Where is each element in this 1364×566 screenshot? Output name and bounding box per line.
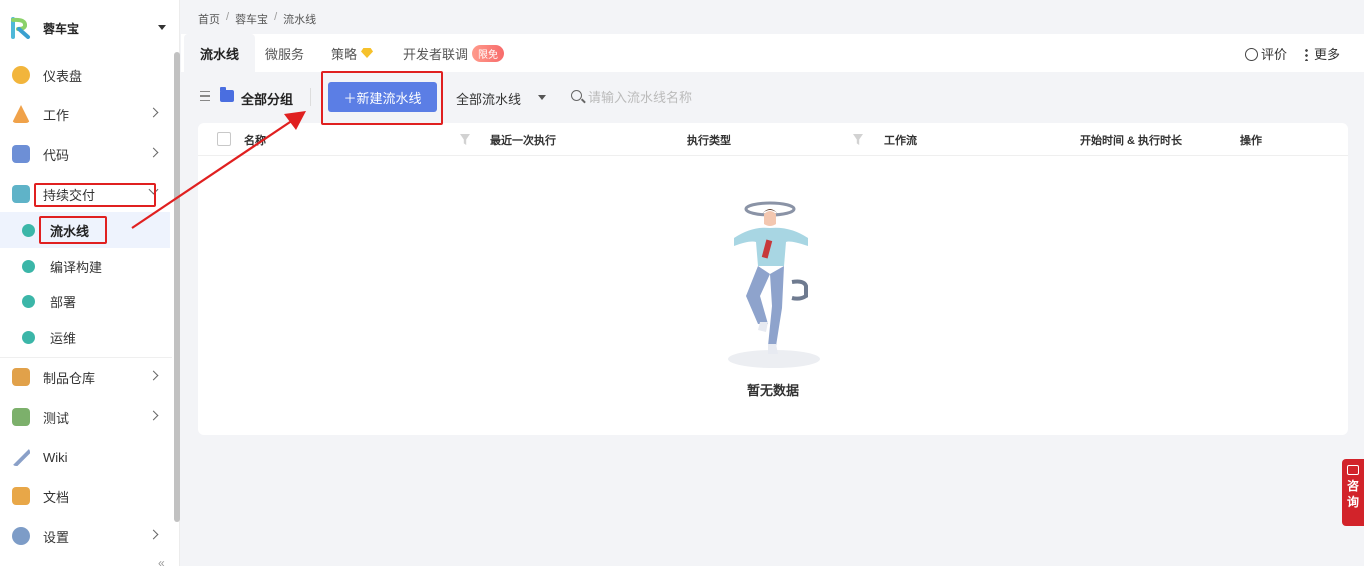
sidebar-item-label: 流水线	[50, 223, 90, 239]
filter-icon[interactable]	[460, 134, 470, 145]
sidebar-subitem-ops[interactable]: 运维	[0, 319, 170, 355]
free-badge: 限免	[472, 44, 505, 62]
pipeline-icon	[22, 223, 35, 237]
consult-button[interactable]: 咨询	[1342, 459, 1364, 526]
project-name: 蓉车宝	[43, 21, 80, 36]
code-icon	[12, 145, 30, 163]
dashboard-icon	[12, 66, 30, 84]
work-icon	[12, 105, 30, 123]
deploy-icon	[22, 294, 35, 308]
more-vertical-icon	[1304, 47, 1308, 61]
sidebar-subitem-deploy[interactable]: 部署	[0, 283, 170, 319]
empty-state-text: 暂无数据	[746, 383, 799, 398]
pipeline-filter-select[interactable]: 全部流水线	[456, 89, 521, 108]
collapse-sidebar-icon[interactable]: «	[158, 556, 165, 566]
smile-icon	[1244, 47, 1258, 61]
docs-icon	[12, 487, 30, 505]
tab-microservice[interactable]: 微服务	[265, 34, 304, 72]
diamond-icon	[361, 48, 374, 58]
tab-pipeline[interactable]: 流水线	[184, 34, 256, 72]
rate-button[interactable]: 评价	[1244, 44, 1287, 63]
column-run-type: 执行类型	[687, 135, 731, 147]
tab-label: 微服务	[265, 46, 305, 62]
test-icon	[12, 408, 30, 426]
sidebar: 蓉车宝 仪表盘 工作 代码 持续交付 流水线 编译构建 部署 运维 制品仓库 测…	[0, 0, 180, 566]
new-pipeline-button[interactable]: ＋新建流水线	[328, 82, 437, 112]
group-menu-icon[interactable]	[200, 91, 210, 101]
sidebar-subitem-build[interactable]: 编译构建	[0, 248, 170, 284]
settings-icon	[12, 527, 30, 545]
pipeline-table: 名称 最近一次执行 执行类型 工作流 开始时间 & 执行时长 操作 暂无数据	[198, 123, 1348, 435]
annotation-arrow	[131, 111, 306, 229]
sidebar-item-label: 工作	[43, 107, 70, 123]
tab-label: 策略	[331, 46, 358, 62]
header-tools: 评价 更多	[1244, 34, 1340, 72]
breadcrumb-separator: /	[274, 11, 278, 23]
folder-icon	[220, 87, 234, 102]
consult-label: 咨询	[1346, 479, 1359, 509]
sidebar-item-label: 持续交付	[43, 187, 96, 203]
column-actions: 操作	[1240, 135, 1262, 147]
sidebar-item-label: 代码	[43, 147, 70, 163]
tab-strategy[interactable]: 策略	[331, 34, 374, 72]
chevron-right-icon	[148, 410, 159, 421]
chat-icon	[1347, 465, 1359, 475]
tab-dev-debug[interactable]: 开发者联调 限免	[403, 34, 505, 72]
chevron-right-icon	[148, 370, 159, 381]
wiki-icon	[12, 448, 30, 466]
sidebar-item-label: 测试	[43, 410, 70, 426]
search-input[interactable]	[588, 86, 768, 108]
sidebar-item-label: 文档	[43, 489, 70, 505]
artifact-icon	[12, 368, 30, 386]
chevron-down-icon[interactable]	[538, 95, 546, 100]
breadcrumb-home[interactable]: 首页	[198, 11, 220, 27]
breadcrumb: 首页 / 蓉车宝 / 流水线	[198, 11, 316, 27]
column-start-time-duration: 开始时间 & 执行时长	[1080, 135, 1183, 147]
chevron-down-icon[interactable]	[158, 25, 166, 30]
more-button[interactable]: 更多	[1304, 44, 1340, 63]
sidebar-item-dashboard[interactable]: 仪表盘	[0, 56, 172, 94]
breadcrumb-project[interactable]: 蓉车宝	[235, 11, 268, 27]
table-header: 名称 最近一次执行 执行类型 工作流 开始时间 & 执行时长 操作	[198, 123, 1348, 156]
build-icon	[22, 259, 35, 273]
sidebar-item-label: 运维	[50, 330, 77, 346]
rate-label: 评价	[1260, 46, 1287, 62]
sidebar-item-label: 仪表盘	[43, 68, 83, 84]
column-last-run: 最近一次执行	[490, 135, 556, 147]
delivery-icon	[12, 185, 30, 203]
sidebar-item-label: 部署	[50, 294, 77, 310]
project-switcher[interactable]: 蓉车宝	[0, 0, 180, 56]
search-icon	[571, 90, 582, 101]
tab-label: 开发者联调	[403, 46, 469, 62]
ops-icon	[22, 330, 35, 344]
sidebar-item-label: 编译构建	[50, 259, 103, 275]
empty-state-illustration	[728, 201, 820, 368]
project-logo-icon	[10, 17, 32, 39]
tab-bar: 流水线 微服务 策略 开发者联调 限免 评价 更多	[181, 34, 1364, 72]
breadcrumb-current: 流水线	[283, 14, 317, 26]
breadcrumb-separator: /	[226, 11, 230, 23]
sidebar-item-label: 制品仓库	[43, 370, 96, 386]
sidebar-item-wiki[interactable]: Wiki	[0, 438, 172, 476]
sidebar-item-test[interactable]: 测试	[0, 398, 172, 436]
sidebar-item-docs[interactable]: 文档	[0, 477, 172, 515]
sidebar-item-settings[interactable]: 设置	[0, 517, 172, 555]
column-workflow: 工作流	[884, 135, 917, 147]
sidebar-item-artifacts[interactable]: 制品仓库	[0, 358, 172, 396]
more-label: 更多	[1313, 46, 1340, 62]
tab-label: 流水线	[200, 46, 240, 62]
sidebar-item-label: 设置	[43, 529, 70, 545]
sidebar-item-label: Wiki	[43, 449, 68, 465]
filter-icon[interactable]	[853, 134, 863, 145]
chevron-right-icon	[148, 529, 159, 540]
